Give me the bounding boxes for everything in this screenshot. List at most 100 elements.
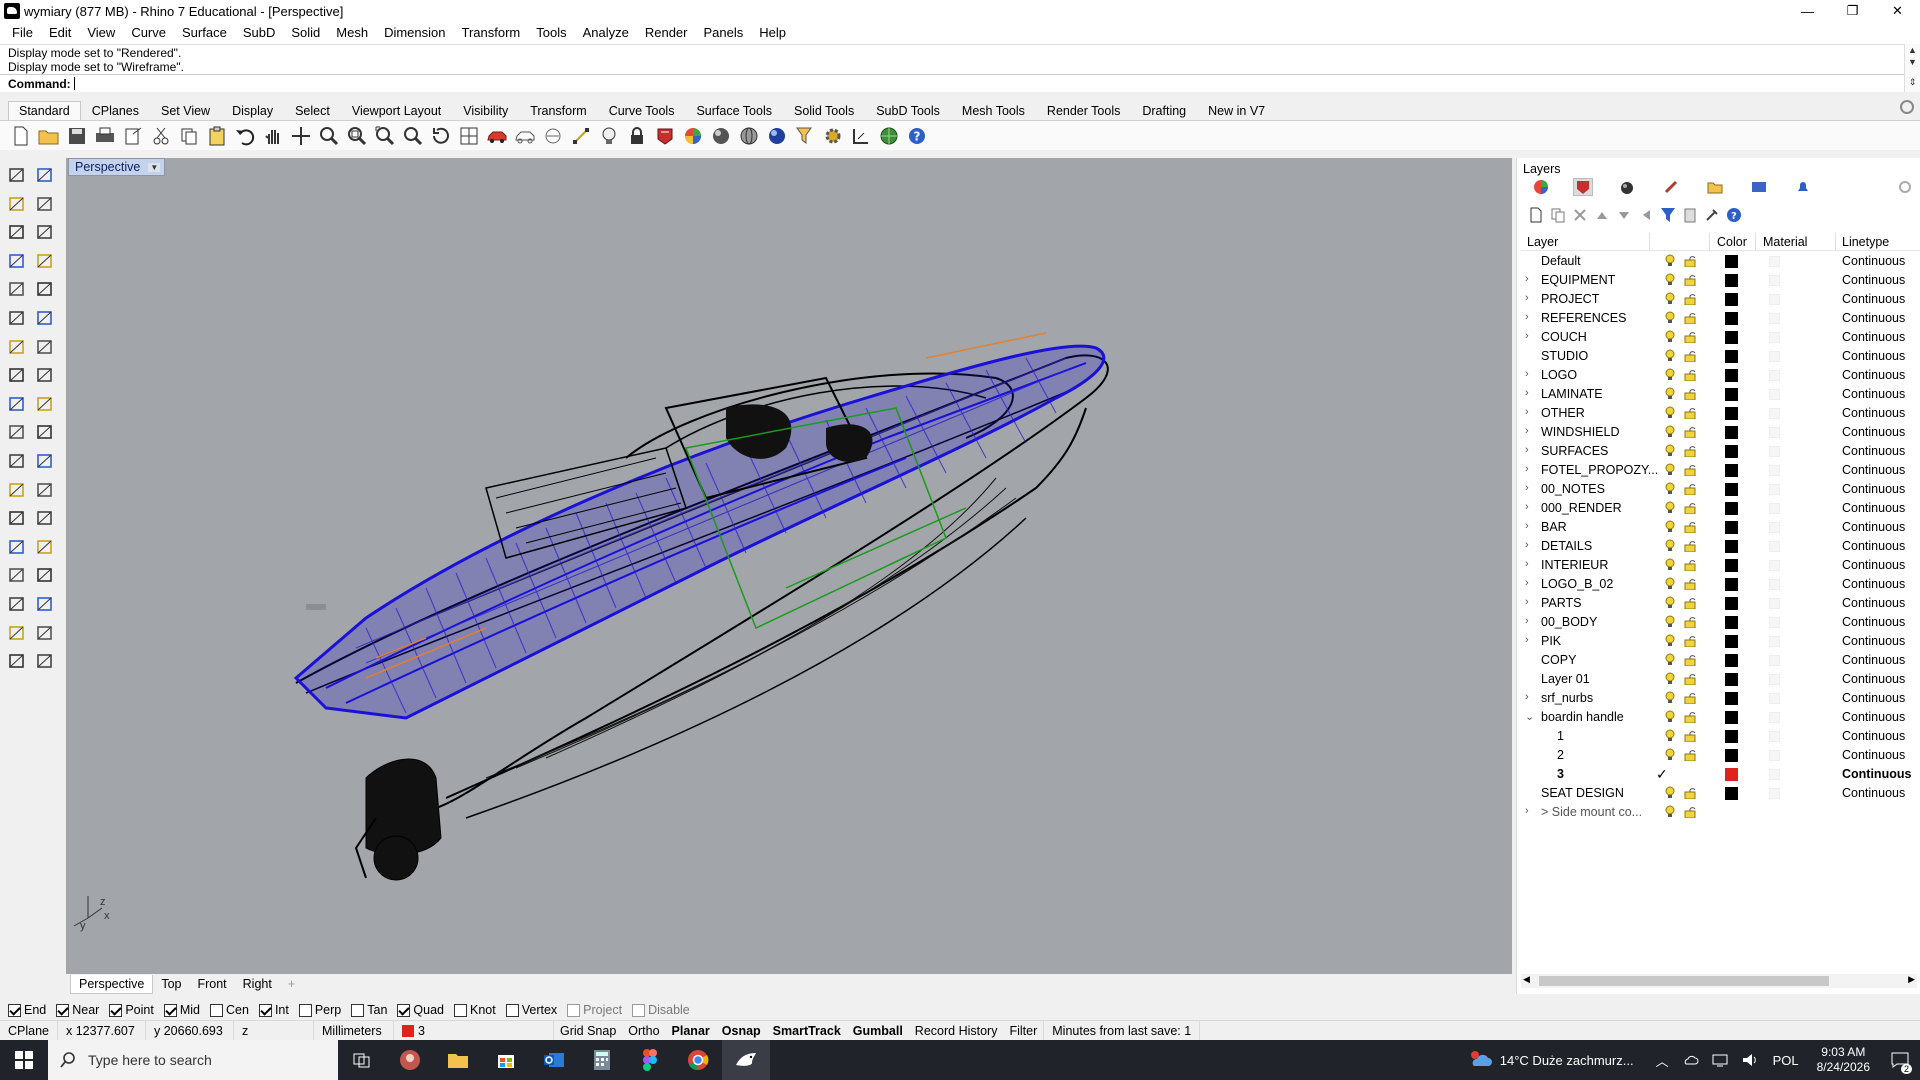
column-header-material[interactable]: Material	[1763, 235, 1807, 249]
layer-lock-icon[interactable]	[1684, 806, 1696, 821]
layer-name[interactable]: 1	[1557, 729, 1564, 743]
layer-visibility-bulb-icon[interactable]	[1665, 786, 1675, 803]
tab-transform[interactable]: Transform	[519, 101, 598, 120]
layer-linetype[interactable]: Continuous	[1842, 767, 1911, 781]
web-globe-icon[interactable]	[878, 125, 900, 147]
layer-icon[interactable]	[654, 125, 676, 147]
layer-lock-icon[interactable]	[1684, 692, 1696, 707]
layer-visibility-bulb-icon[interactable]	[1665, 577, 1675, 594]
layer-linetype[interactable]: Continuous	[1842, 463, 1905, 477]
tab-surface-tools[interactable]: Surface Tools	[685, 101, 783, 120]
layer-linetype[interactable]: Continuous	[1842, 634, 1905, 648]
layer-color-swatch[interactable]	[1725, 616, 1738, 629]
layer-lock-icon[interactable]	[1684, 502, 1696, 517]
volume-icon[interactable]	[1741, 1052, 1759, 1068]
windows-start-button[interactable]	[0, 1040, 48, 1080]
layer-expand-icon[interactable]: ›	[1525, 330, 1529, 342]
osnap-point[interactable]: Point	[109, 1003, 154, 1017]
layer-row[interactable]: › 00_BODY Continuous	[1521, 613, 1920, 632]
notifications-tab-icon[interactable]	[1793, 178, 1813, 196]
layer-lock-icon[interactable]	[1684, 616, 1696, 631]
layer-material-swatch[interactable]	[1769, 465, 1780, 476]
rendered-sphere-icon[interactable]	[766, 125, 788, 147]
layer-linetype[interactable]: Continuous	[1842, 482, 1905, 496]
layer-visibility-bulb-icon[interactable]	[1665, 330, 1675, 347]
osnap-checkbox[interactable]	[56, 1003, 70, 1017]
tab-solid-tools[interactable]: Solid Tools	[783, 101, 865, 120]
layer-row[interactable]: › LOGO Continuous	[1521, 366, 1920, 385]
layer-lock-icon[interactable]	[1684, 654, 1696, 669]
layer-name[interactable]: 00_BODY	[1541, 615, 1597, 629]
layer-lock-icon[interactable]	[1684, 711, 1696, 726]
osnap-cen[interactable]: Cen	[210, 1003, 249, 1017]
snap-icon[interactable]	[34, 593, 56, 615]
layer-linetype[interactable]: Continuous	[1842, 368, 1905, 382]
layer-name[interactable]: srf_nurbs	[1541, 691, 1593, 705]
layer-lock-icon[interactable]	[1684, 673, 1696, 688]
scroll-up-icon[interactable]: ▲	[1905, 44, 1920, 56]
curve-icon[interactable]	[34, 193, 56, 215]
language-indicator[interactable]: POL	[1773, 1053, 1799, 1068]
layer-material-swatch[interactable]	[1769, 636, 1780, 647]
layer-name[interactable]: PARTS	[1541, 596, 1582, 610]
patch-icon[interactable]	[6, 393, 28, 415]
layer-linetype[interactable]: Continuous	[1842, 520, 1905, 534]
layer-expand-icon[interactable]: ›	[1525, 596, 1529, 608]
layer-color-swatch[interactable]	[1725, 749, 1738, 762]
layer-material-swatch[interactable]	[1769, 617, 1780, 628]
layer-linetype[interactable]: Continuous	[1842, 311, 1905, 325]
layer-name[interactable]: Default	[1541, 254, 1581, 268]
command-scrollbar[interactable]: ▲ ▼ ⇕	[1904, 44, 1920, 92]
layer-lock-icon[interactable]	[1684, 274, 1696, 289]
surface-edges-icon[interactable]	[6, 307, 28, 329]
layer-color-swatch[interactable]	[1725, 255, 1738, 268]
layer-row[interactable]: › SURFACES Continuous	[1521, 442, 1920, 461]
osnap-tan[interactable]: Tan	[351, 1003, 387, 1017]
layer-visibility-bulb-icon[interactable]	[1665, 482, 1675, 499]
status-gumball-button[interactable]: Gumball	[847, 1021, 909, 1041]
layer-material-swatch[interactable]	[1769, 769, 1780, 780]
menu-solid[interactable]: Solid	[283, 22, 328, 44]
layer-color-swatch[interactable]	[1725, 540, 1738, 553]
layer-material-swatch[interactable]	[1769, 313, 1780, 324]
layer-expand-icon[interactable]: ›	[1525, 501, 1529, 513]
layer-expand-icon[interactable]: ›	[1525, 634, 1529, 646]
layer-row[interactable]: STUDIO Continuous	[1521, 347, 1920, 366]
save-icon[interactable]	[66, 125, 88, 147]
render-tab-icon[interactable]	[1617, 178, 1637, 196]
layer-color-swatch[interactable]	[1725, 483, 1738, 496]
layer-linetype[interactable]: Continuous	[1842, 653, 1905, 667]
layer-color-swatch[interactable]	[1725, 293, 1738, 306]
menu-curve[interactable]: Curve	[123, 22, 174, 44]
paste-icon[interactable]	[206, 125, 228, 147]
osnap-checkbox[interactable]	[210, 1003, 223, 1017]
layer-name[interactable]: INTERIEUR	[1541, 558, 1608, 572]
layer-linetype[interactable]: Continuous	[1842, 729, 1905, 743]
column-header-linetype[interactable]: Linetype	[1842, 235, 1889, 249]
osnap-quad[interactable]: Quad	[397, 1003, 444, 1017]
layer-color-swatch[interactable]	[1725, 692, 1738, 705]
command-input[interactable]	[73, 77, 75, 90]
chevron-down-icon[interactable]: ▼	[148, 162, 161, 172]
zoom-icon[interactable]	[318, 125, 340, 147]
layer-expand-icon[interactable]: ›	[1525, 577, 1529, 589]
move-icon[interactable]	[290, 125, 312, 147]
dimension-icon[interactable]	[850, 125, 872, 147]
color-wheel-icon[interactable]	[682, 125, 704, 147]
layer-visibility-bulb-icon[interactable]	[1665, 463, 1675, 480]
status-osnap-button[interactable]: Osnap	[716, 1021, 767, 1041]
layer-lock-icon[interactable]	[1684, 426, 1696, 441]
network-icon[interactable]	[1711, 1052, 1729, 1068]
layer-name[interactable]: OTHER	[1541, 406, 1585, 420]
layer-material-swatch[interactable]	[1769, 408, 1780, 419]
menu-transform[interactable]: Transform	[453, 22, 528, 44]
menu-render[interactable]: Render	[637, 22, 696, 44]
layer-expand-icon[interactable]: ›	[1525, 444, 1529, 456]
layer-row[interactable]: › FOTEL_PROPOZY... Continuous	[1521, 461, 1920, 480]
layer-linetype[interactable]: Continuous	[1842, 786, 1905, 800]
tools-icon[interactable]	[1703, 206, 1721, 224]
zoom-window-icon[interactable]	[346, 125, 368, 147]
menu-tools[interactable]: Tools	[528, 22, 574, 44]
osnap-near[interactable]: Near	[56, 1003, 99, 1017]
osnap-checkbox[interactable]	[397, 1003, 411, 1017]
